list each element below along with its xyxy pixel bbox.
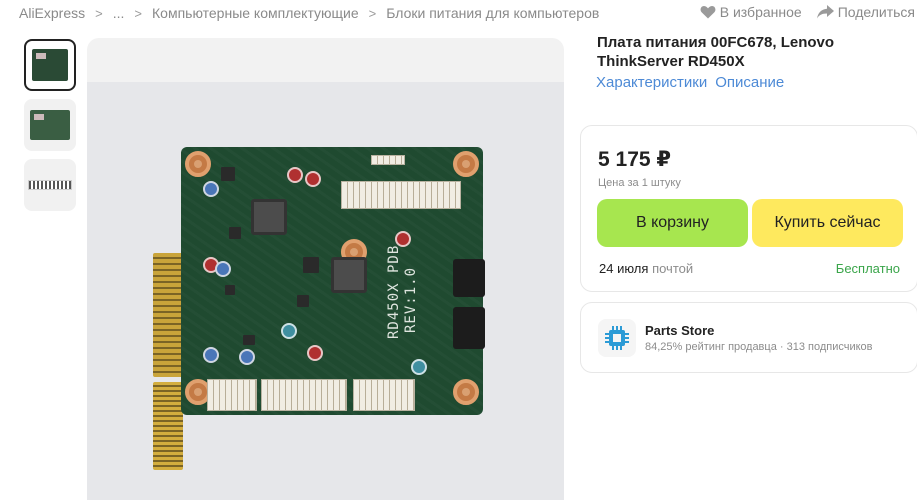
breadcrumb-aliexpress[interactable]: AliExpress [19, 5, 85, 21]
buy-now-button[interactable]: Купить сейчас [752, 199, 903, 247]
share-button[interactable]: Поделиться [816, 4, 915, 20]
thumbnail-3[interactable] [24, 159, 76, 211]
board-edge-connector-lower [153, 382, 183, 470]
store-card[interactable]: Parts Store 84,25% рейтинг продавца · 31… [580, 302, 917, 373]
product-tabs: Характеристики Описание [596, 74, 792, 91]
chip [243, 335, 255, 345]
main-product-image[interactable]: RD450X PDB REV:1.0 [87, 38, 564, 500]
chip [297, 295, 309, 307]
store-name[interactable]: Parts Store [645, 323, 714, 338]
chip [221, 167, 235, 181]
small-connector [371, 155, 405, 165]
thumbnail-board-image [32, 49, 68, 81]
board-silkscreen-model: RD450X PDB [386, 244, 402, 339]
thumbnail-1[interactable] [24, 39, 76, 91]
product-title: Плата питания 00FC678, Lenovo ThinkServe… [597, 34, 835, 70]
chip-icon [605, 326, 629, 350]
power-connector [353, 379, 415, 411]
heart-icon [700, 6, 716, 19]
thumbnail-2[interactable] [24, 99, 76, 151]
favorite-button[interactable]: В избранное [700, 4, 802, 20]
price-note: Цена за 1 штуку [598, 177, 681, 189]
board-silkscreen-revision: REV:1.0 [403, 266, 419, 333]
chevron-right-icon: > [134, 5, 142, 21]
breadcrumb-computer-parts[interactable]: Компьютерные комплектующие [152, 5, 359, 21]
delivery-date: 24 июля [599, 261, 649, 276]
chevron-right-icon: > [95, 5, 103, 21]
delivery-method: почтой [652, 261, 694, 276]
capacitor [203, 181, 219, 197]
favorite-label: В избранное [719, 4, 802, 20]
product-price: 5 175 ₽ [598, 148, 671, 171]
tab-description[interactable]: Описание [715, 74, 784, 91]
mount-hole [185, 151, 211, 177]
capacitor [215, 261, 231, 277]
chip [303, 257, 319, 273]
share-label: Поделиться [837, 4, 915, 20]
side-connector [453, 307, 485, 349]
delivery-info: 24 июля почтой [599, 261, 693, 276]
breadcrumb-power-supplies[interactable]: Блоки питания для компьютеров [386, 5, 599, 21]
thumbnail-list [24, 39, 78, 219]
board-edge-connector [153, 253, 183, 377]
capacitor [307, 345, 323, 361]
capacitor [411, 359, 427, 375]
chip [229, 227, 241, 239]
capacitor [203, 347, 219, 363]
capacitor [239, 349, 255, 365]
price-card: 5 175 ₽ Цена за 1 штуку В корзину Купить… [580, 125, 917, 292]
power-connector [207, 379, 257, 411]
chip [225, 285, 235, 295]
product-photo: RD450X PDB REV:1.0 [87, 82, 564, 500]
store-logo [598, 319, 636, 357]
capacitor [287, 167, 303, 183]
capacitor [281, 323, 297, 339]
store-meta: 84,25% рейтинг продавца · 313 подписчико… [645, 341, 873, 353]
top-actions: В избранное Поделиться [685, 2, 915, 22]
side-connector [453, 259, 485, 297]
share-arrow-icon [816, 5, 834, 19]
thumbnail-board-side-image [30, 110, 70, 140]
power-board: RD450X PDB REV:1.0 [181, 147, 485, 415]
delivery-cost: Бесплатно [835, 261, 900, 276]
tab-characteristics[interactable]: Характеристики [596, 74, 707, 91]
chevron-right-icon: > [368, 5, 377, 21]
breadcrumb: AliExpress > ... > Компьютерные комплект… [19, 3, 599, 23]
thumbnail-label-image [28, 180, 72, 190]
atx-connector [341, 181, 461, 209]
mount-hole [453, 151, 479, 177]
add-to-cart-button[interactable]: В корзину [597, 199, 748, 247]
inductor [331, 257, 367, 293]
breadcrumb-ellipsis[interactable]: ... [113, 5, 125, 21]
mount-hole [453, 379, 479, 405]
power-connector [261, 379, 347, 411]
inductor [251, 199, 287, 235]
capacitor [305, 171, 321, 187]
